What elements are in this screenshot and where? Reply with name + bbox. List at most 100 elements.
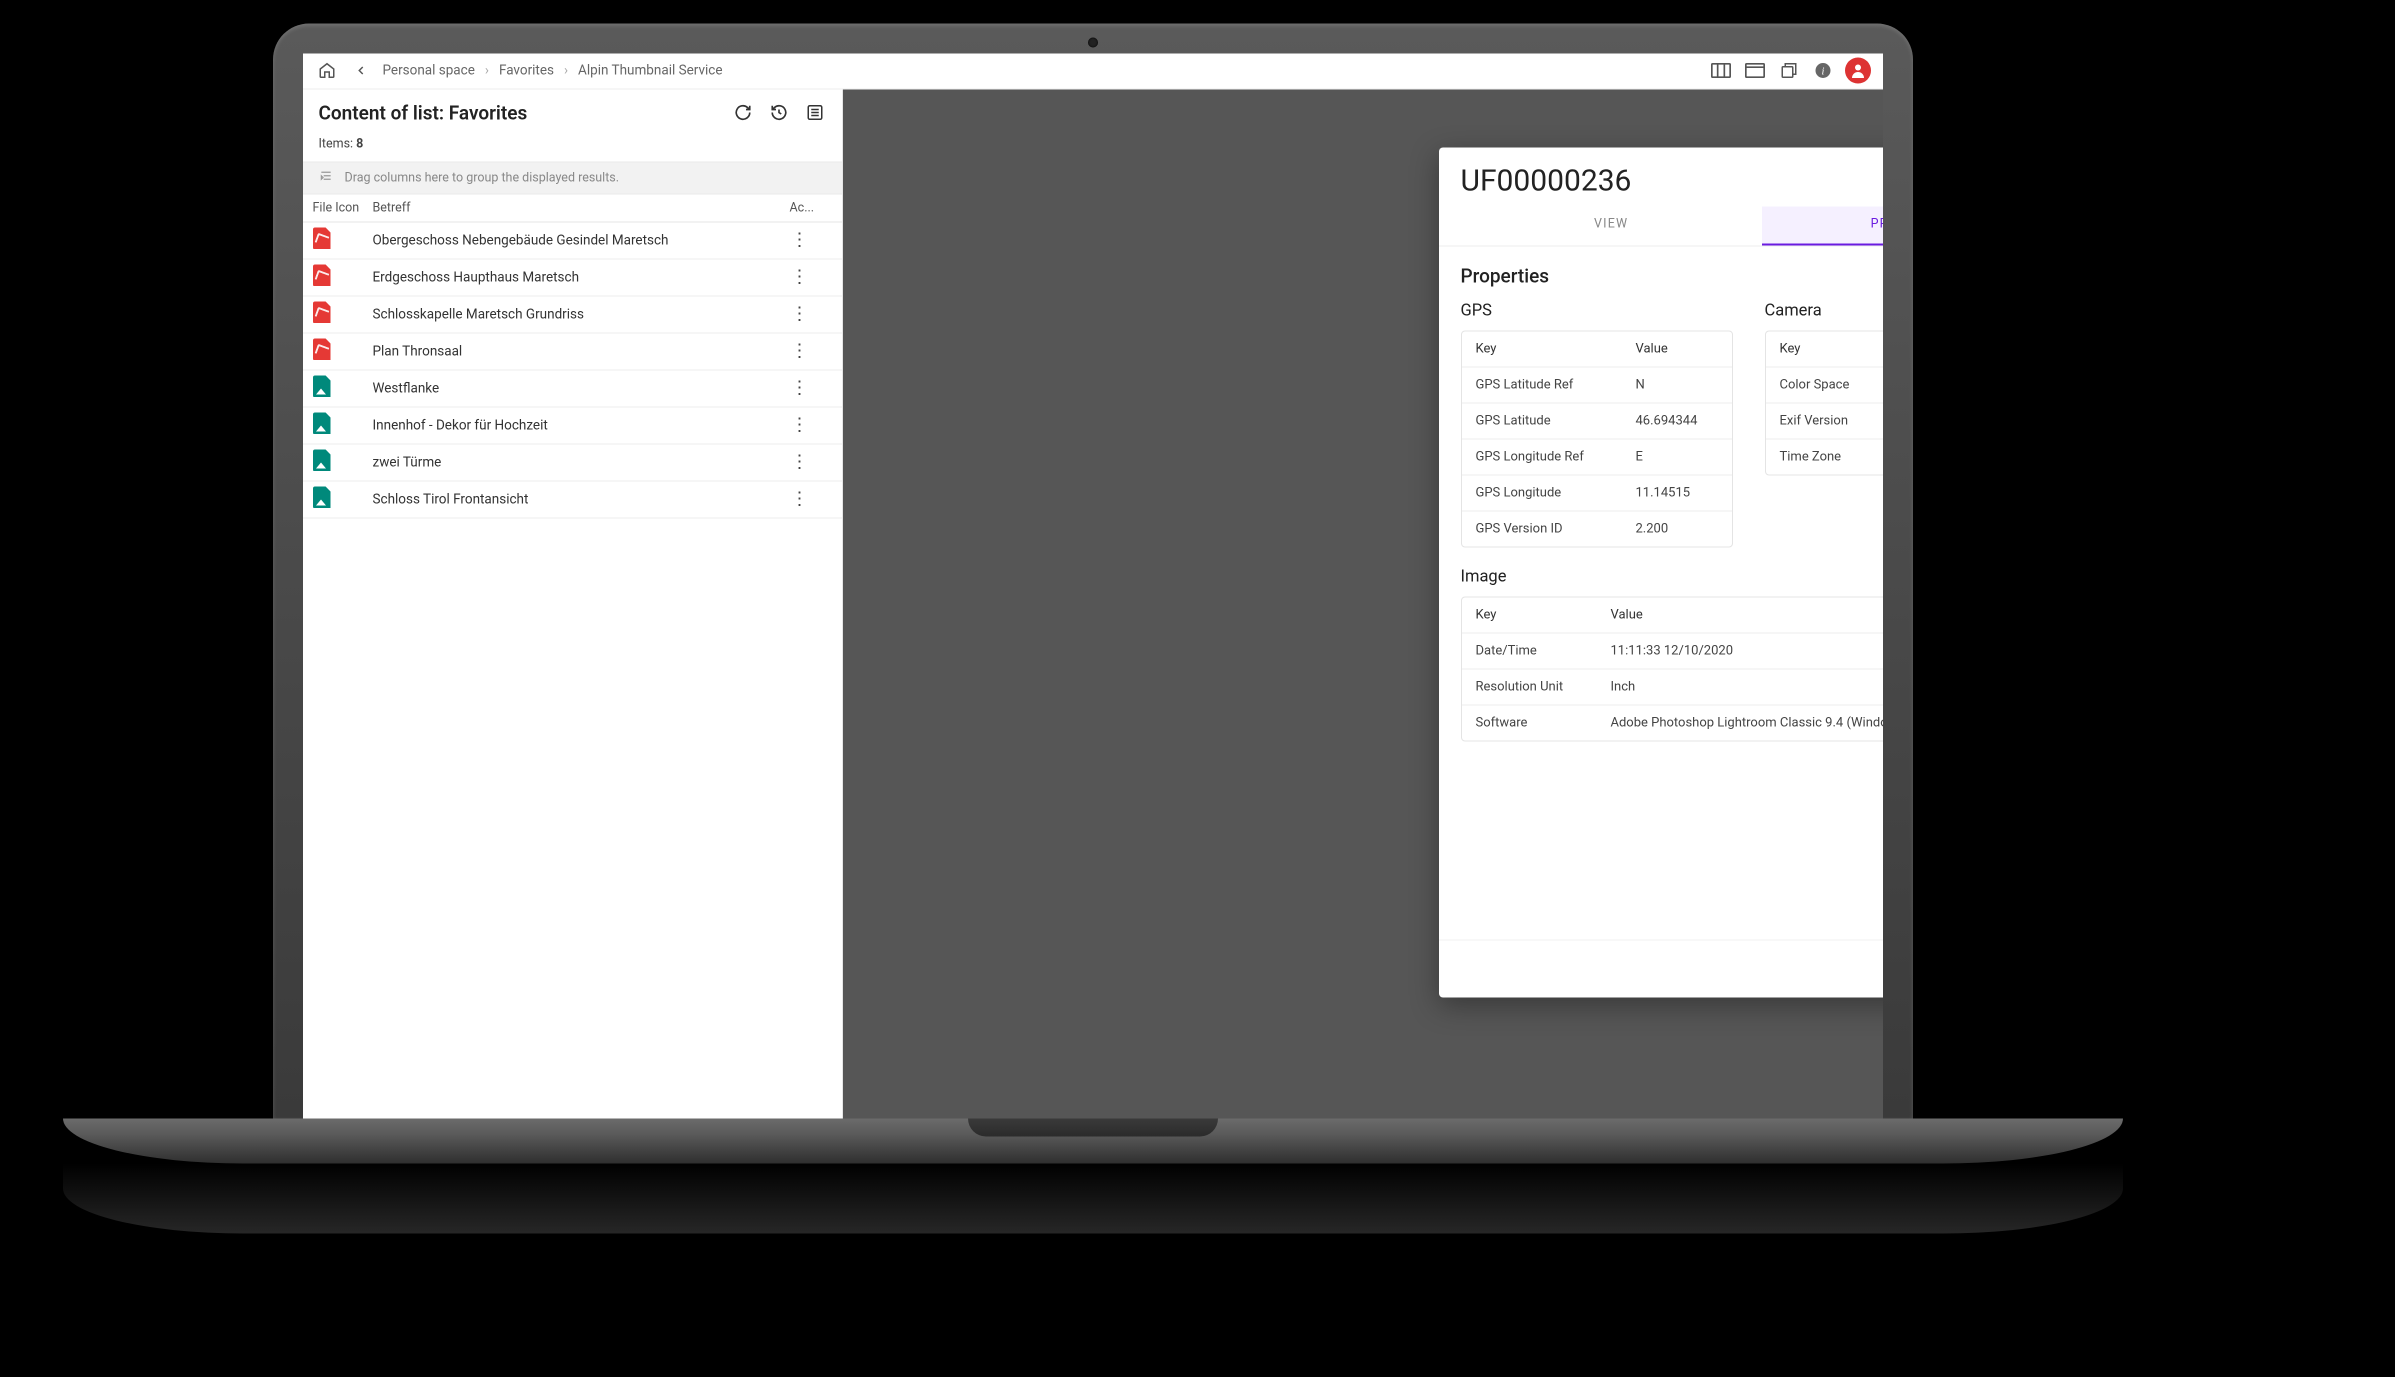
row-subject: Schlosskapelle Maretsch Grundriss	[373, 306, 790, 322]
laptop-notch	[968, 1118, 1218, 1136]
chevron-right-icon: ›	[485, 63, 489, 79]
camera-title: Camera	[1765, 301, 1883, 320]
breadcrumb-personal-space[interactable]: Personal space	[383, 63, 475, 79]
table-row[interactable]: Schloss Tirol Frontansicht⋮	[303, 481, 842, 518]
image-section: Image KeyValueDate/Time11:11:33 12/10/20…	[1461, 567, 1883, 741]
more-vertical-icon[interactable]: ⋮	[790, 305, 810, 323]
indent-icon	[319, 171, 333, 185]
pdf-file-icon	[313, 301, 331, 323]
user-avatar[interactable]	[1845, 58, 1871, 84]
cell-key: GPS Longitude	[1462, 475, 1622, 510]
more-vertical-icon[interactable]: ⋮	[790, 416, 810, 434]
topbar: Personal space › Favorites › Alpin Thumb…	[303, 53, 1883, 89]
list-settings-icon[interactable]	[804, 102, 826, 124]
image-file-icon	[313, 412, 331, 434]
breadcrumb: Personal space › Favorites › Alpin Thumb…	[383, 63, 723, 79]
modal-title: UF00000236	[1439, 147, 1883, 206]
table-row: GPS Longitude11.14515	[1462, 475, 1732, 511]
row-subject: Westflanke	[373, 380, 790, 396]
th-value: Value	[1881, 331, 1883, 366]
table-row: GPS Latitude46.694344	[1462, 403, 1732, 439]
back-chevron-icon[interactable]	[349, 59, 373, 83]
cell-key: Date/Time	[1462, 633, 1597, 668]
camera-section: Camera KeyValueColor SpacesRGBExif Versi…	[1765, 301, 1883, 475]
table-row: Date/Time11:11:33 12/10/2020	[1462, 633, 1883, 669]
table-head: File Icon Betreff Ac...	[303, 194, 842, 222]
cell-value: 2.31	[1881, 403, 1883, 438]
th-value: Value	[1622, 331, 1732, 366]
cell-value: 11:11:33 12/10/2020	[1597, 633, 1883, 668]
camera-table: KeyValueColor SpacesRGBExif Version2.31T…	[1765, 330, 1883, 475]
pdf-file-icon	[313, 338, 331, 360]
cell-key: Resolution Unit	[1462, 669, 1597, 704]
row-subject: zwei Türme	[373, 454, 790, 470]
col-subject[interactable]: Betreff	[373, 200, 790, 215]
breadcrumb-favorites[interactable]: Favorites	[499, 63, 554, 79]
cell-key: Exif Version	[1766, 403, 1881, 438]
gps-section: GPS KeyValueGPS Latitude RefNGPS Latitud…	[1461, 301, 1733, 547]
modal-footer: OPEN IN DMS CLOSE	[1439, 939, 1883, 997]
more-vertical-icon[interactable]: ⋮	[790, 490, 810, 508]
cell-key: Time Zone	[1766, 439, 1881, 474]
content-wrap: Content of list: Favorites	[303, 89, 1883, 1118]
right-panel: UF00000236 VIEW PROPERTIES MAP Propertie…	[843, 89, 1883, 1118]
gps-table: KeyValueGPS Latitude RefNGPS Latitude46.…	[1461, 330, 1733, 547]
cell-value: Inch	[1597, 669, 1883, 704]
table-row[interactable]: Plan Thronsaal⋮	[303, 333, 842, 370]
table-row[interactable]: Schlosskapelle Maretsch Grundriss⋮	[303, 296, 842, 333]
panel-title: Content of list: Favorites	[319, 101, 528, 124]
more-vertical-icon[interactable]: ⋮	[790, 268, 810, 286]
gps-title: GPS	[1461, 301, 1733, 320]
cell-value: sRGB	[1881, 367, 1883, 402]
cell-key: GPS Version ID	[1462, 511, 1622, 546]
table-row[interactable]: Innenhof - Dekor für Hochzeit⋮	[303, 407, 842, 444]
table-row: GPS Version ID2.200	[1462, 511, 1732, 546]
th-key: Key	[1462, 597, 1597, 632]
panel-header: Content of list: Favorites	[303, 89, 842, 132]
col-file-icon[interactable]: File Icon	[313, 200, 373, 215]
col-actions[interactable]: Ac...	[790, 200, 832, 215]
more-vertical-icon[interactable]: ⋮	[790, 453, 810, 471]
items-count-value: 8	[356, 136, 363, 151]
tab-view[interactable]: VIEW	[1461, 206, 1762, 245]
breadcrumb-current[interactable]: Alpin Thumbnail Service	[578, 63, 722, 79]
image-file-icon	[313, 449, 331, 471]
topbar-right: i	[1709, 58, 1871, 84]
image-table: KeyValueDate/Time11:11:33 12/10/2020Reso…	[1461, 596, 1883, 741]
row-subject: Schloss Tirol Frontansicht	[373, 491, 790, 507]
home-icon[interactable]	[315, 59, 339, 83]
cell-key: Color Space	[1766, 367, 1881, 402]
history-icon[interactable]	[768, 102, 790, 124]
tab-properties[interactable]: PROPERTIES	[1762, 206, 1883, 245]
app-screen: Personal space › Favorites › Alpin Thumb…	[303, 53, 1883, 1118]
table-row: Color SpacesRGB	[1766, 367, 1883, 403]
cell-value: Adobe Photoshop Lightroom Classic 9.4 (W…	[1597, 705, 1883, 740]
cell-value: E	[1622, 439, 1732, 474]
cell-key: Software	[1462, 705, 1597, 740]
row-subject: Plan Thronsaal	[373, 343, 790, 359]
th-value: Value	[1597, 597, 1883, 632]
refresh-icon[interactable]	[732, 102, 754, 124]
more-vertical-icon[interactable]: ⋮	[790, 379, 810, 397]
items-label: Items:	[319, 136, 354, 151]
panel-icon[interactable]	[1743, 59, 1767, 83]
th-key: Key	[1462, 331, 1622, 366]
info-icon[interactable]: i	[1811, 59, 1835, 83]
cell-value: +02:00	[1881, 439, 1883, 474]
items-count: Items: 8	[303, 132, 842, 161]
cell-value: N	[1622, 367, 1732, 402]
columns-icon[interactable]	[1709, 59, 1733, 83]
table-row: GPS Longitude RefE	[1462, 439, 1732, 475]
image-file-icon	[313, 375, 331, 397]
table-row[interactable]: Obergeschoss Nebengebäude Gesindel Maret…	[303, 222, 842, 259]
table-row[interactable]: zwei Türme⋮	[303, 444, 842, 481]
external-icon[interactable]	[1777, 59, 1801, 83]
image-file-icon	[313, 486, 331, 508]
more-vertical-icon[interactable]: ⋮	[790, 231, 810, 249]
group-hint[interactable]: Drag columns here to group the displayed…	[303, 161, 842, 194]
laptop-reflection	[63, 1163, 2123, 1233]
table-row[interactable]: Erdgeschoss Haupthaus Maretsch⋮	[303, 259, 842, 296]
table-row[interactable]: Westflanke⋮	[303, 370, 842, 407]
more-vertical-icon[interactable]: ⋮	[790, 342, 810, 360]
pdf-file-icon	[313, 227, 331, 249]
